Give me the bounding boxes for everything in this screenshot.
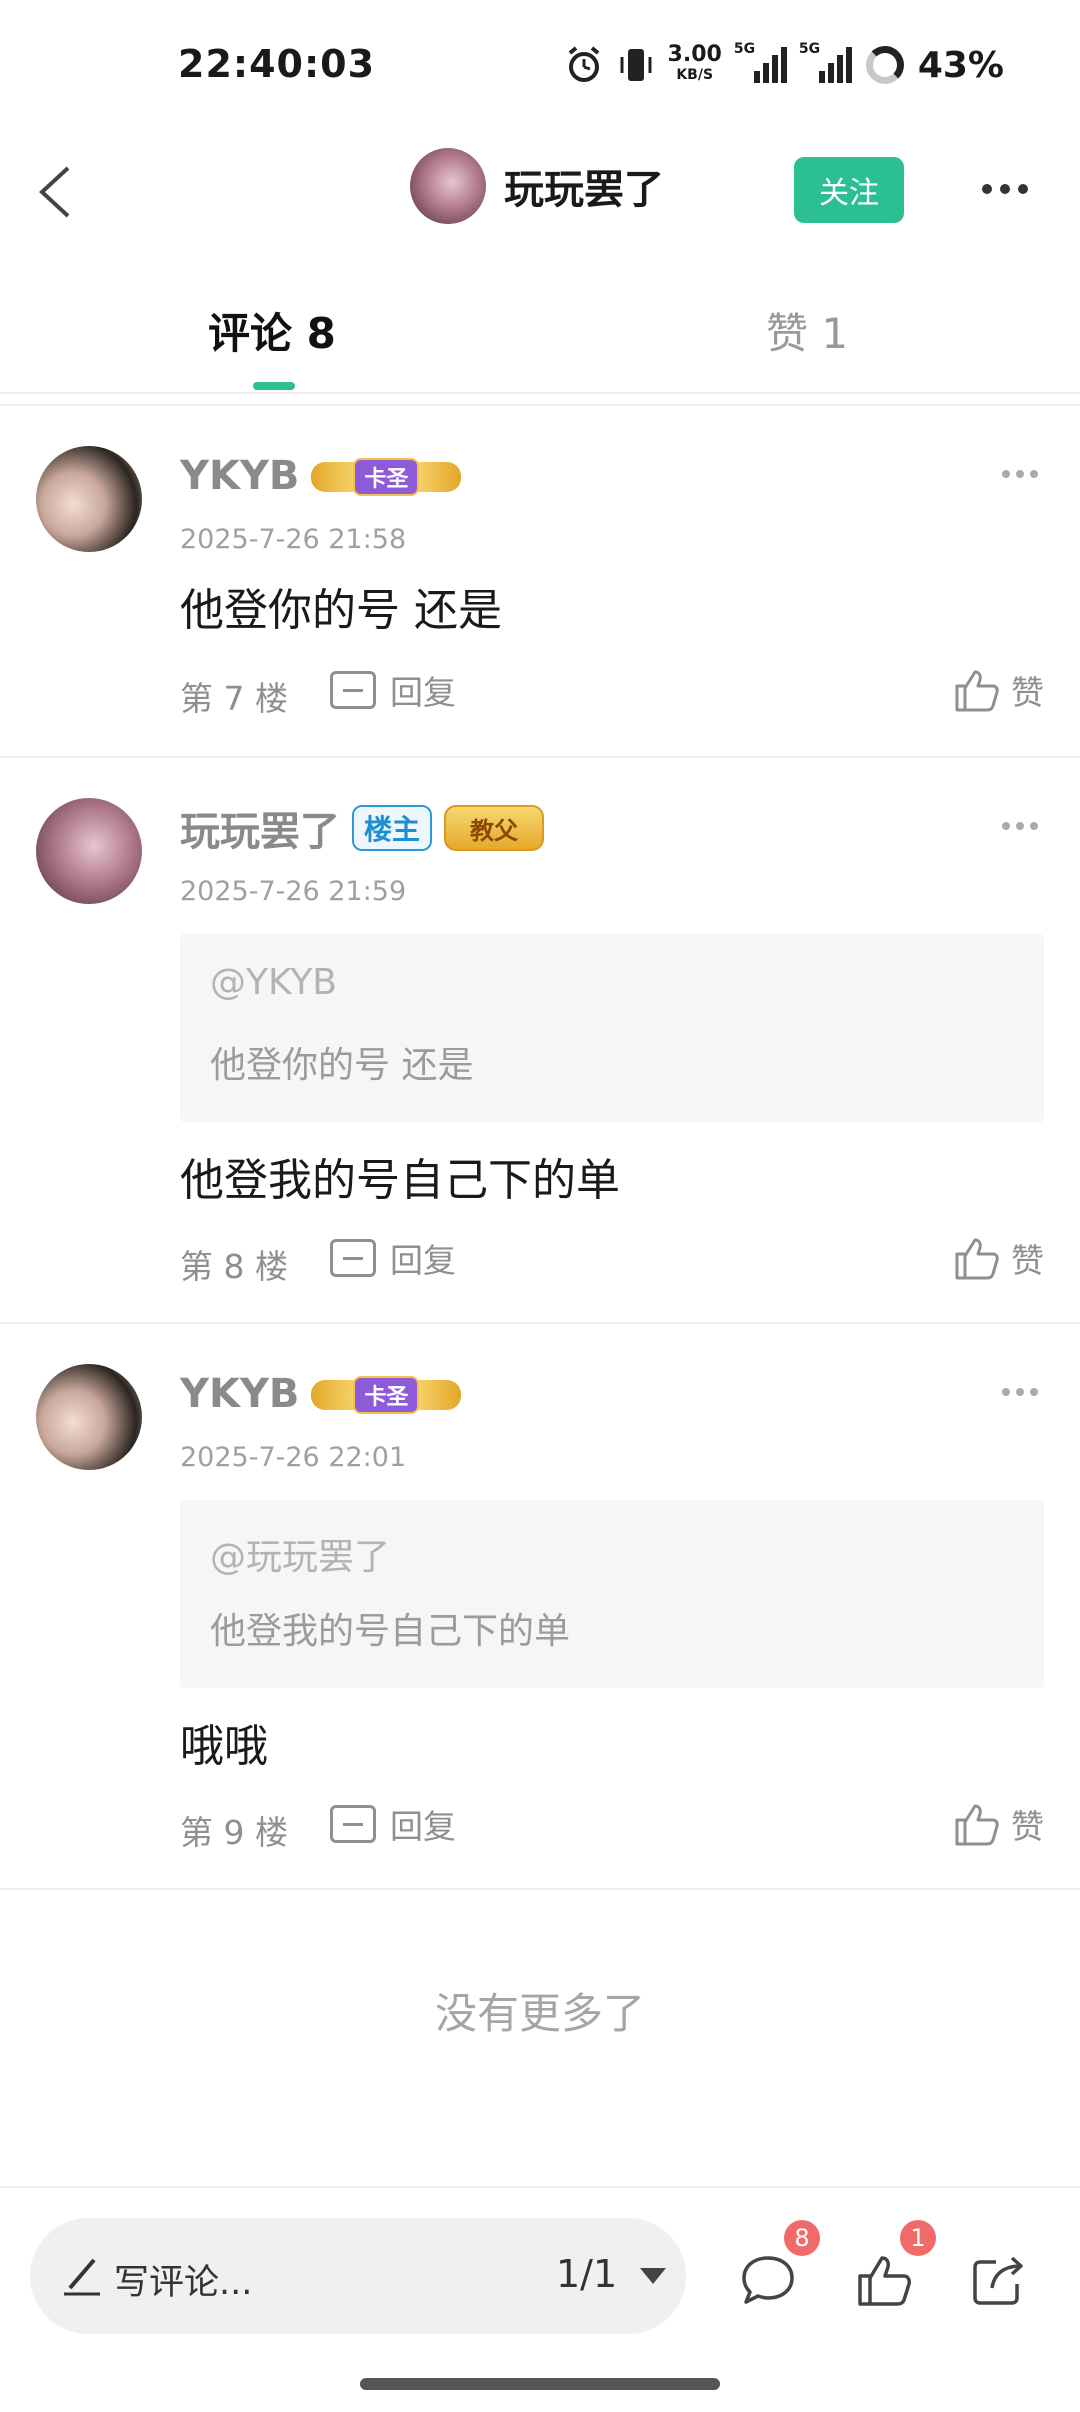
- avatar[interactable]: [36, 446, 142, 552]
- more-options-icon[interactable]: [982, 184, 1028, 194]
- write-comment-input[interactable]: 写评论... 1/1: [30, 2218, 686, 2334]
- divider: [0, 2186, 1080, 2188]
- quoted-comment[interactable]: @YKYB 他登你的号 还是: [180, 934, 1044, 1122]
- comment-username[interactable]: 玩玩罢了: [180, 799, 340, 857]
- like-count-badge: 1: [900, 2220, 936, 2256]
- comment-item: YKYB 卡圣 2025-7-26 22:01 @玩玩罢了 他登我的号自己下的单…: [0, 1324, 1080, 1890]
- share-icon[interactable]: [966, 2248, 1030, 2312]
- top-header: 玩玩罢了 关注: [0, 140, 1080, 250]
- tab-bar: 评论 8 赞 1: [0, 290, 1080, 394]
- like-button[interactable]: 赞: [953, 1800, 1044, 1848]
- status-time: 22:40:03: [178, 42, 376, 86]
- chevron-down-icon[interactable]: [640, 2268, 666, 2284]
- end-of-list-text: 没有更多了: [434, 1989, 645, 2038]
- level-badge: 卡圣: [311, 1370, 462, 1418]
- thumbs-up-icon: [953, 1234, 1001, 1282]
- reply-icon: [330, 1805, 376, 1843]
- quoted-username: @玩玩罢了: [210, 1537, 391, 1578]
- back-icon[interactable]: [30, 162, 90, 222]
- like-button[interactable]: 赞: [953, 1234, 1044, 1282]
- net-speed: 3.00 KB/S: [667, 42, 722, 84]
- divider: [0, 1888, 1080, 1890]
- comment-time: 2025-7-26 21:58: [180, 524, 407, 555]
- vibrate-icon: [620, 49, 652, 81]
- avatar[interactable]: [36, 798, 142, 904]
- comment-footer: 第 8 楼 回复 赞: [180, 1234, 1044, 1290]
- comment-username[interactable]: YKYB: [180, 1371, 299, 1417]
- comment-more-icon[interactable]: [1002, 822, 1038, 830]
- comment-time: 2025-7-26 22:01: [180, 1442, 407, 1473]
- tab-comments[interactable]: 评论 8: [208, 300, 336, 361]
- comment-header: YKYB 卡圣: [180, 1366, 462, 1422]
- thumbs-up-icon: [953, 666, 1001, 714]
- host-badge: 楼主: [352, 805, 433, 851]
- header-user[interactable]: 玩玩罢了: [410, 148, 664, 224]
- quoted-text: 他登我的号自己下的单: [210, 1611, 571, 1652]
- avatar[interactable]: [410, 148, 486, 224]
- floor-number: 第 8 楼: [180, 1247, 288, 1286]
- floor-number: 第 9 楼: [180, 1813, 288, 1852]
- pen-icon: [64, 2258, 100, 2296]
- avatar[interactable]: [36, 1364, 142, 1470]
- battery-icon: [865, 46, 904, 84]
- quoted-comment[interactable]: @玩玩罢了 他登我的号自己下的单: [180, 1500, 1044, 1688]
- comment-item: 玩玩罢了 楼主 教父 2025-7-26 21:59 @YKYB 他登你的号 还…: [0, 758, 1080, 1324]
- tab-likes[interactable]: 赞 1: [766, 300, 848, 361]
- reply-icon: [330, 671, 376, 709]
- floor-number: 第 7 楼: [180, 679, 288, 718]
- tab-indicator: [253, 382, 295, 390]
- header-username: 玩玩罢了: [504, 167, 664, 213]
- quoted-text: 他登你的号 还是: [210, 1045, 474, 1086]
- reply-button[interactable]: 回复: [330, 666, 456, 714]
- like-button[interactable]: 赞: [953, 666, 1044, 714]
- thumbs-up-icon: [953, 1800, 1001, 1848]
- status-icons: 3.00 KB/S 5G 5G 43%: [564, 40, 1004, 90]
- level-badge: 教父: [444, 805, 545, 851]
- reply-button[interactable]: 回复: [330, 1234, 456, 1282]
- comment-count-badge: 8: [784, 2220, 820, 2256]
- comment-header: YKYB 卡圣: [180, 448, 462, 504]
- comment-item: YKYB 卡圣 2025-7-26 21:58 他登你的号 还是 第 7 楼 回…: [0, 406, 1080, 758]
- battery-level: 43%: [917, 44, 1004, 86]
- comment-text: 他登你的号 还是: [180, 585, 502, 636]
- reply-icon: [330, 1239, 376, 1277]
- comment-more-icon[interactable]: [1002, 470, 1038, 478]
- home-indicator[interactable]: [360, 2378, 720, 2390]
- comment-text: 哦哦: [180, 1721, 268, 1772]
- comment-more-icon[interactable]: [1002, 1388, 1038, 1396]
- write-comment-placeholder: 写评论...: [114, 2263, 253, 2303]
- status-bar: 22:40:03 3.00 KB/S 5G 5G 43%: [0, 0, 1080, 130]
- comment-time: 2025-7-26 21:59: [180, 876, 407, 907]
- thumbs-up-icon[interactable]: [852, 2248, 916, 2312]
- comment-username[interactable]: YKYB: [180, 453, 299, 499]
- alarm-icon: [568, 46, 599, 82]
- comment-text: 他登我的号自己下的单: [180, 1155, 620, 1206]
- comment-footer: 第 9 楼 回复 赞: [180, 1800, 1044, 1856]
- signal-icon-2: 5G: [799, 41, 852, 83]
- signal-icon: 5G: [734, 41, 787, 83]
- comment-header: 玩玩罢了 楼主 教父: [180, 799, 545, 857]
- reply-button[interactable]: 回复: [330, 1800, 456, 1848]
- page-indicator[interactable]: 1/1: [556, 2252, 617, 2296]
- level-badge: 卡圣: [311, 452, 462, 500]
- quoted-username: @YKYB: [210, 962, 338, 1003]
- comment-footer: 第 7 楼 回复 赞: [180, 666, 1044, 722]
- comment-icon[interactable]: [736, 2248, 800, 2312]
- follow-button[interactable]: 关注: [794, 157, 904, 223]
